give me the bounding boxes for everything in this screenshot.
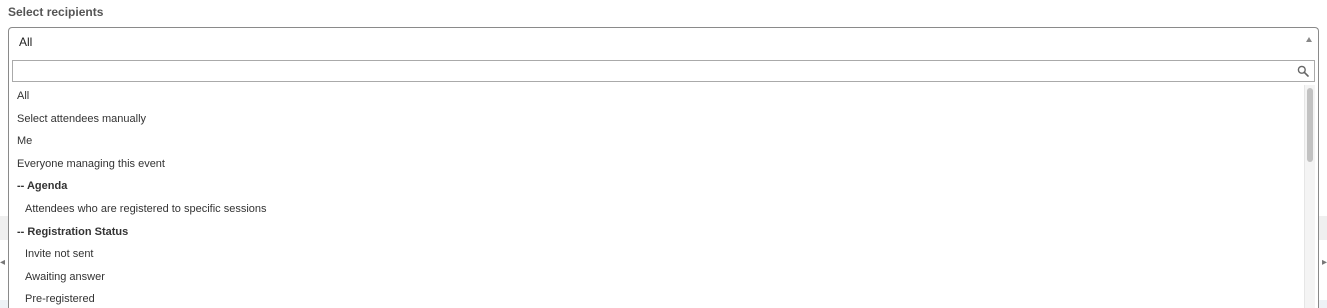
search-icon [1297,65,1309,77]
dropdown-search-box [12,60,1315,82]
selected-value: All [19,35,33,49]
scrollbar-thumb[interactable] [1307,88,1313,162]
option-group-header: -- Registration Status [17,225,129,238]
option-group-header: -- Agenda [17,180,68,193]
background-caret-right-icon: ▸ [1321,257,1327,268]
select-recipients-label: Select recipients [8,5,104,19]
option-item[interactable]: All [9,85,1305,108]
dropdown-search-input[interactable] [17,62,1287,80]
option-item[interactable]: Pre-registered [9,288,1305,308]
option-item[interactable]: Everyone managing this event [9,153,1305,176]
option-item[interactable]: Me [9,130,1305,153]
background-caret-left-icon: ◂ [0,257,6,268]
option-item[interactable]: Awaiting answer [9,266,1305,289]
recipients-dropdown: All Select attendees manually Me Everyone m… [8,55,1319,308]
options-list: All Select attendees manually Me Everyone m… [9,85,1305,308]
option-item[interactable]: Select attendees manually [9,108,1305,131]
option-item[interactable]: Invite not sent [9,243,1305,266]
recipients-select[interactable]: All [8,27,1319,55]
option-item[interactable]: Attendees who are registered to specific… [9,198,1305,221]
caret-up-icon [1306,37,1312,42]
dropdown-scrollbar[interactable] [1304,85,1315,308]
